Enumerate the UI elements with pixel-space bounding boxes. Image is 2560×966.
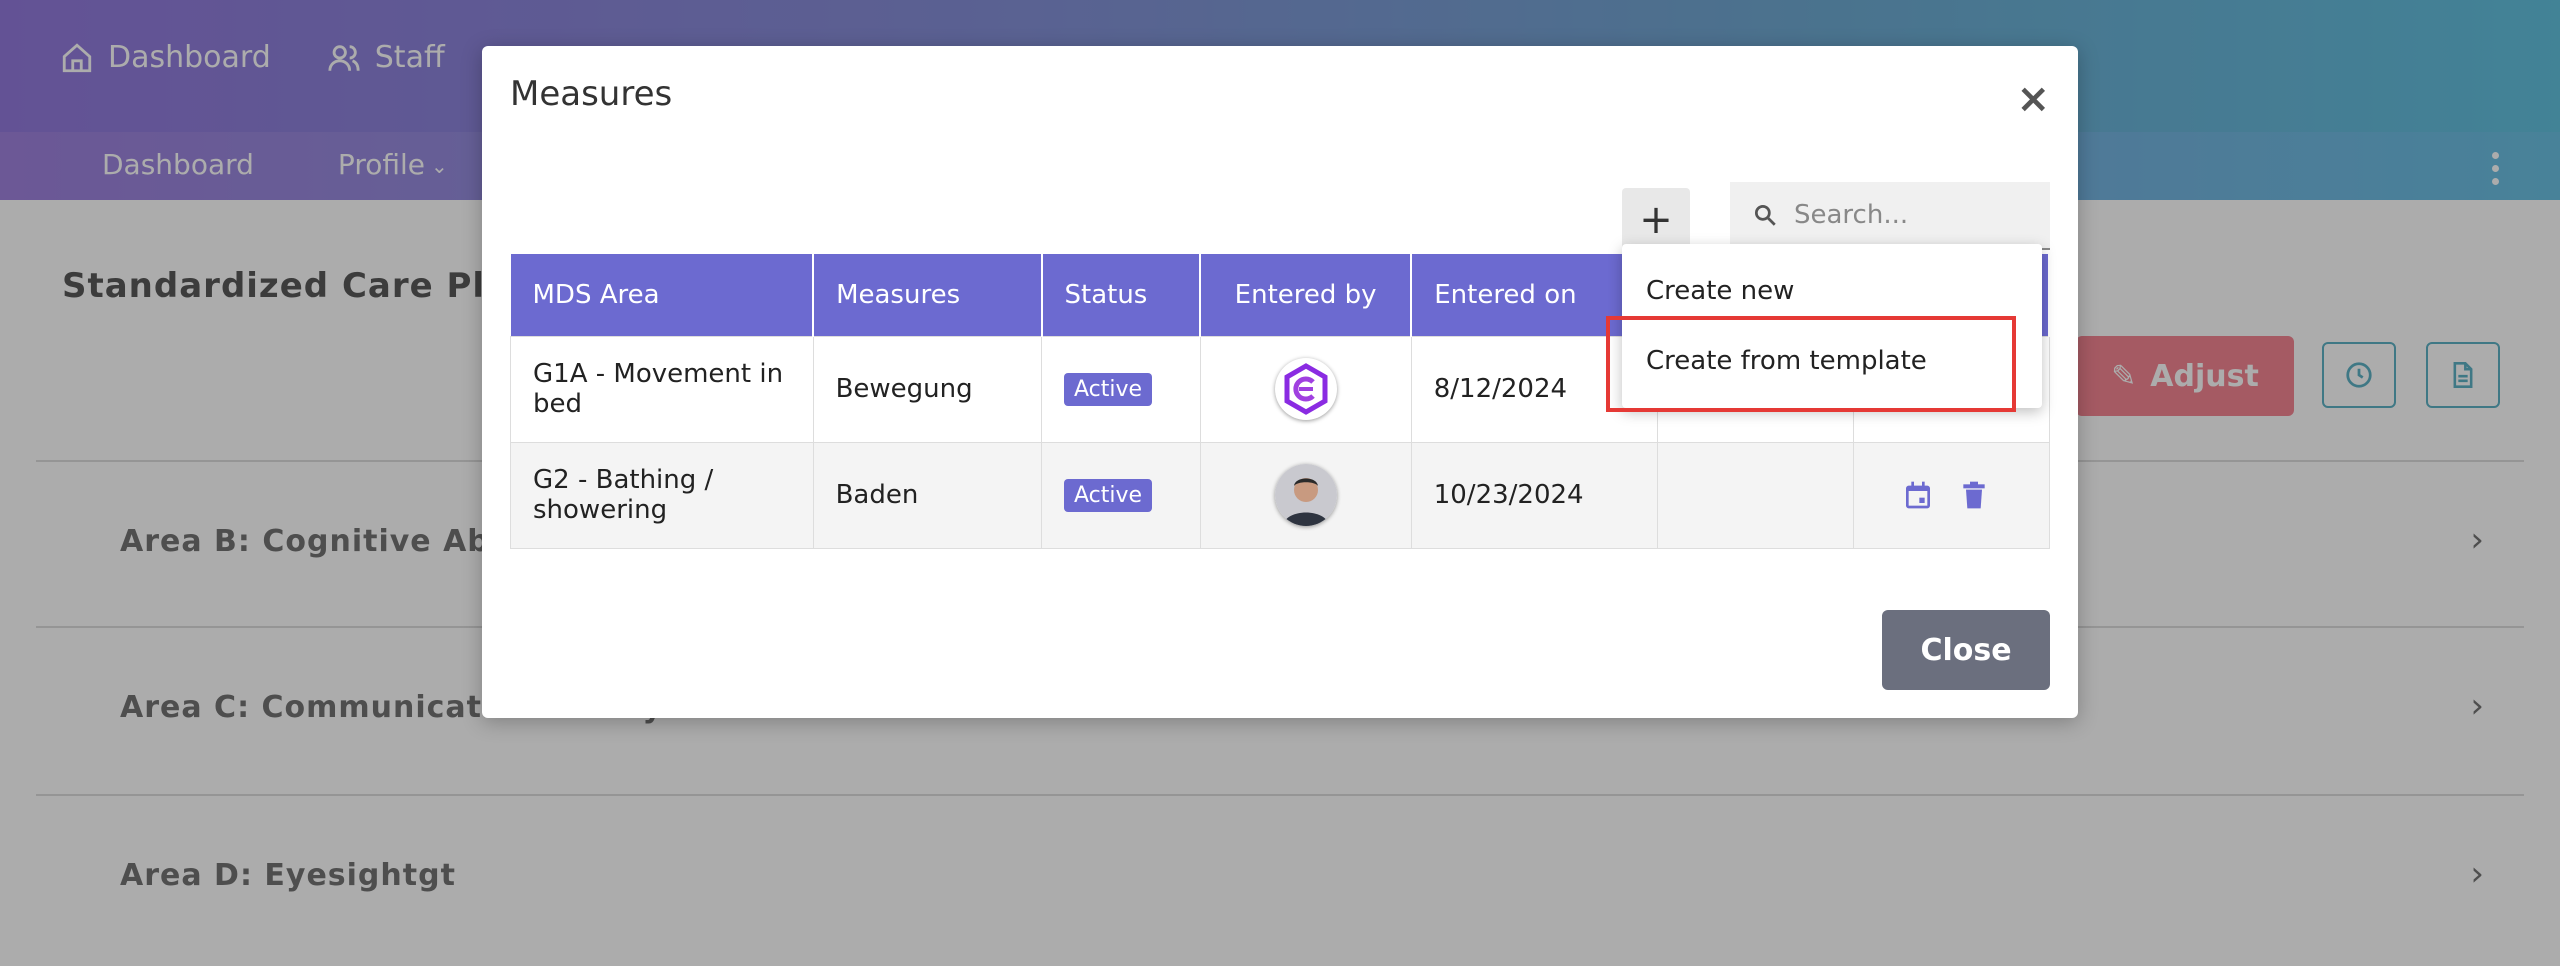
cell-status: Active [1041,441,1201,549]
cell-entered-by [1199,441,1412,549]
table-row[interactable]: G2 - Bathing / showering Baden Active 10… [510,441,2050,549]
cell-empty [1657,441,1854,549]
cell-entered-on: 10/23/2024 [1410,441,1659,549]
cell-actions [1852,441,2050,549]
column-header[interactable]: Measures [813,254,1043,336]
cell-entered-by [1199,335,1412,443]
close-icon[interactable]: × [2016,76,2050,122]
close-button[interactable]: Close [1882,610,2050,690]
avatar [1274,464,1337,526]
calendar-icon[interactable] [1902,479,1934,511]
cell-area: G2 - Bathing / showering [510,441,814,549]
search-box [1730,182,2050,250]
cell-measure: Baden [812,441,1043,549]
status-badge: Active [1064,372,1153,406]
cell-status: Active [1041,335,1201,443]
row-actions [1876,479,2049,511]
person-avatar-icon [1274,464,1337,526]
cell-area: G1A - Movement in bed [510,335,814,443]
column-header[interactable]: MDS Area [510,254,815,336]
add-button[interactable]: + [1622,188,1690,252]
modal-title: Measures [510,74,673,114]
status-badge: Active [1064,478,1153,512]
cell-measure: Bewegung [812,335,1043,443]
avatar [1274,358,1337,420]
search-icon [1754,204,1776,226]
trash-icon[interactable] [1958,479,1990,511]
company-logo-icon [1284,363,1328,415]
column-header[interactable]: Status [1041,254,1201,336]
search-input[interactable] [1794,200,2034,230]
highlight-box [1606,316,2016,412]
column-header[interactable]: Entered by [1200,254,1413,336]
